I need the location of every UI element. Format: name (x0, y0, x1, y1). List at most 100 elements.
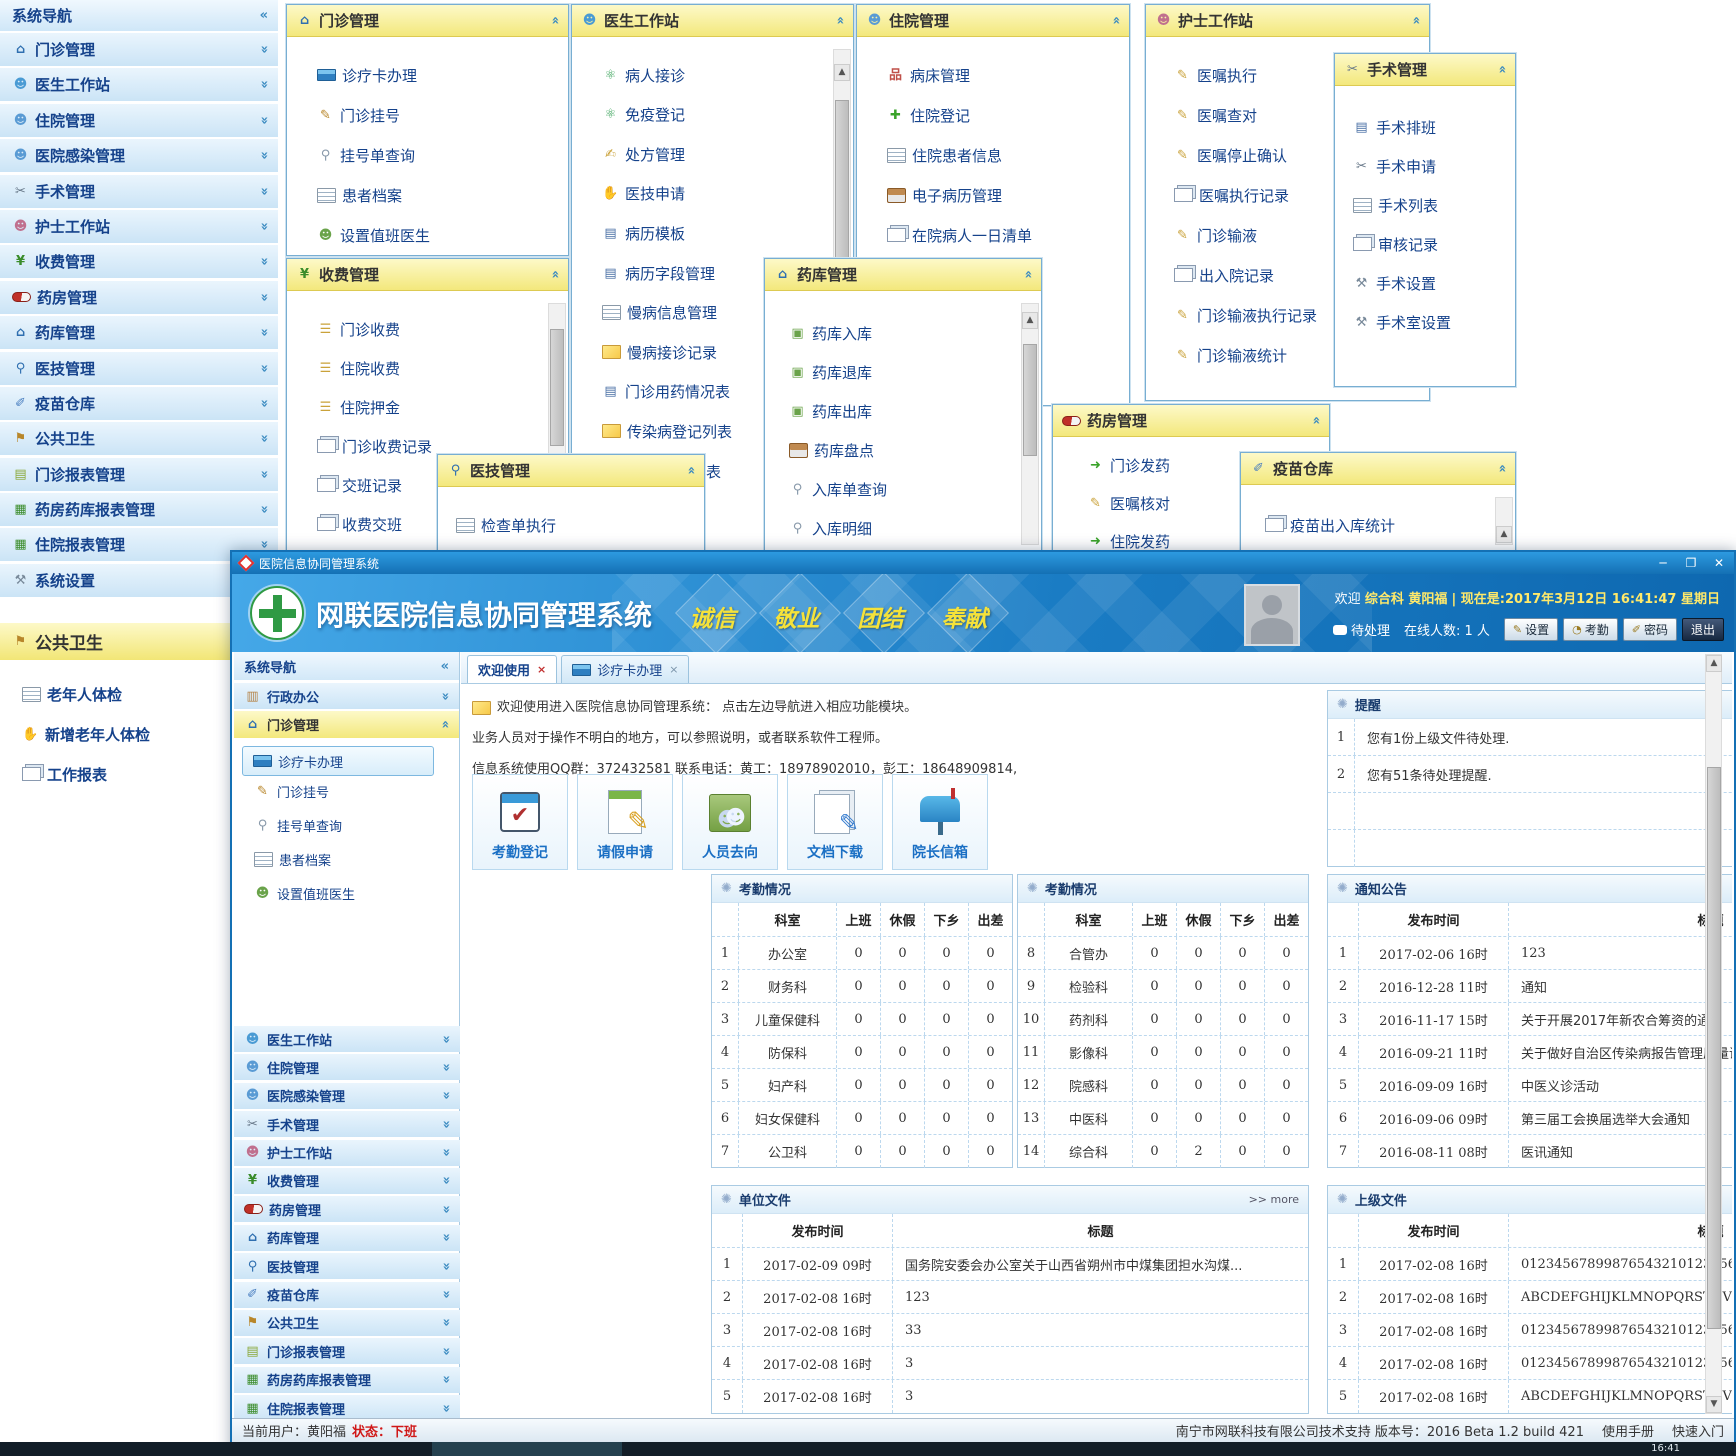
menu-item[interactable]: ➜门诊发药 (1087, 455, 1170, 475)
attendance-register-button[interactable]: 考勤登记 (472, 774, 568, 870)
tab-welcome[interactable]: 欢迎使用× (467, 655, 557, 683)
chevron-down-icon[interactable]: » (260, 361, 268, 376)
menu-item[interactable]: ⚒手术设置 (1353, 273, 1436, 293)
menu-item[interactable]: 出入院记录 (1174, 265, 1274, 285)
menu-item[interactable]: 患者档案 (317, 185, 402, 205)
menu-item[interactable]: ✎医嘱查对 (1174, 105, 1257, 125)
menu-item[interactable]: ▤病历字段管理 (602, 263, 715, 283)
chevron-down-icon[interactable]: » (260, 254, 268, 269)
nav-subitem[interactable]: ✎门诊挂号 (254, 782, 329, 801)
sidebar-item[interactable]: ⚲医技管理» (0, 352, 278, 385)
chevron-down-icon[interactable]: » (442, 1401, 450, 1416)
float-panel-header[interactable]: ☻医生工作站« (572, 5, 853, 37)
menu-item[interactable]: ▣药库出库 (789, 401, 872, 421)
float-panel-header[interactable]: ☻护士工作站« (1146, 5, 1429, 37)
nav-subitem[interactable]: ⚲挂号单查询 (254, 816, 342, 835)
quickstart-link[interactable]: 快速入门 (1672, 1421, 1724, 1440)
scroll-thumb[interactable] (835, 100, 849, 267)
doc-title[interactable]: 中医义诊活动 (1508, 1069, 1732, 1101)
taskbar[interactable]: 16:41 (0, 1442, 1736, 1456)
header-button[interactable]: ✎设置 (1504, 618, 1558, 641)
menu-item[interactable]: 交班记录 (317, 475, 402, 495)
scrollbar[interactable]: ▲ (1495, 497, 1513, 545)
sidebar-item[interactable]: ☻医院感染管理» (0, 139, 278, 172)
chevron-down-icon[interactable]: » (260, 325, 268, 340)
doc-title[interactable]: 3 (892, 1380, 1308, 1413)
leave-request-button[interactable]: 请假申请 (577, 774, 673, 870)
sidebar-item[interactable]: ☻医生工作站» (0, 68, 278, 101)
sidebar-item[interactable]: ¥收费管理» (0, 245, 278, 278)
menu-item[interactable]: ▤手术排班 (1353, 117, 1436, 137)
sidebar-item[interactable]: ✐疫苗仓库» (0, 387, 278, 420)
scroll-thumb[interactable] (1023, 344, 1037, 456)
doc-title[interactable]: 国务院安委会办公室关于山西省朔州市中煤集团担水沟煤... (892, 1248, 1308, 1280)
nav-item[interactable]: ✂手术管理» (234, 1111, 460, 1137)
manual-link[interactable]: 使用手册 (1602, 1421, 1654, 1440)
chevron-down-icon[interactable]: » (260, 219, 268, 234)
menu-item[interactable]: ✋医技申请 (602, 184, 685, 204)
menu-item[interactable]: ☻设置值班医生 (317, 225, 430, 245)
menu-item[interactable]: ⚛病人接诊 (602, 65, 685, 85)
chevron-down-icon[interactable]: » (260, 467, 268, 482)
sidebar-item[interactable]: ▦药房药库报表管理» (0, 493, 278, 526)
chevron-down-icon[interactable]: » (442, 1344, 450, 1359)
scroll-up-icon[interactable]: ▲ (1496, 526, 1512, 543)
menu-item[interactable]: 检查单执行 (456, 515, 556, 535)
menu-item[interactable]: 收费交班 (317, 514, 402, 534)
scroll-down-icon[interactable]: ▼ (1706, 1396, 1722, 1413)
reminder-text[interactable]: 您有51条待处理提醒. (1354, 756, 1732, 792)
nav-item[interactable]: ⚑公共卫生» (234, 1310, 460, 1336)
doc-title[interactable]: 01234567899876543210123456789 (1508, 1347, 1732, 1379)
sidebar-item[interactable]: ⌂药库管理» (0, 316, 278, 349)
chevron-up-icon[interactable]: « (1112, 13, 1120, 28)
doc-title[interactable]: 33 (892, 1314, 1308, 1346)
doc-title[interactable]: 关于做好自治区传染病报告管理质量调查迎检工作的通知 (1508, 1036, 1732, 1068)
chevron-down-icon[interactable]: » (442, 1088, 450, 1103)
doc-title[interactable]: 第三届工会换届选举大会通知 (1508, 1102, 1732, 1134)
chevron-down-icon[interactable]: » (442, 1287, 450, 1302)
menu-item[interactable]: ➜住院发药 (1087, 531, 1170, 551)
more-link[interactable]: >> more (1249, 1193, 1299, 1206)
menu-item[interactable]: 慢病信息管理 (602, 303, 717, 323)
close-button[interactable]: ✕ (1712, 556, 1726, 570)
pending-indicator[interactable]: 待处理 (1333, 620, 1390, 639)
chevron-down-icon[interactable]: » (260, 502, 268, 517)
doc-title[interactable]: ABCDEFGHIJKLMNOPQRSTUVWXYZ123456 (1508, 1281, 1732, 1313)
nav-item[interactable]: ☻住院管理» (234, 1054, 460, 1080)
float-panel-header[interactable]: ¥收费管理« (287, 259, 568, 291)
doc-title[interactable]: 123 (1508, 937, 1732, 969)
chevron-down-icon[interactable]: » (260, 113, 268, 128)
menu-item[interactable]: ▤门诊用药情况表 (602, 382, 730, 402)
collapse-left-icon[interactable]: « (260, 8, 268, 23)
float-panel-header[interactable]: ✐疫苗仓库« (1241, 453, 1515, 485)
scroll-up-icon[interactable]: ▲ (1022, 312, 1038, 329)
menu-item[interactable]: ☰住院押金 (317, 397, 400, 417)
chevron-down-icon[interactable]: » (442, 1315, 450, 1330)
reminder-text[interactable]: 您有1份上级文件待处理. (1354, 719, 1732, 755)
chevron-down-icon[interactable]: » (260, 431, 268, 446)
menu-item[interactable]: 医嘱执行记录 (1174, 185, 1289, 205)
nav-item[interactable]: ☻医院感染管理» (234, 1083, 460, 1109)
menu-item[interactable]: 药库盘点 (789, 440, 874, 460)
menu-item[interactable]: 在院病人一日清单 (887, 225, 1032, 245)
nav-item[interactable]: 药房管理» (234, 1196, 460, 1222)
float-panel-header[interactable]: ⌂门诊管理« (287, 5, 568, 37)
chevron-down-icon[interactable]: » (260, 148, 268, 163)
float-panel-header[interactable]: 药房管理« (1053, 405, 1329, 437)
doc-title[interactable]: ABCDEFGHIJKLMNOPQRSTUVWXYZ123456 (1508, 1380, 1732, 1413)
chevron-down-icon[interactable]: » (442, 1372, 450, 1387)
chevron-down-icon[interactable]: » (442, 1202, 450, 1217)
menu-item[interactable]: ⚲入库明细 (789, 518, 872, 538)
chevron-up-icon[interactable]: « (687, 463, 695, 478)
doc-title[interactable]: 01234567899876543210123456789 (1508, 1314, 1732, 1346)
menu-item[interactable]: ⚒手术室设置 (1353, 312, 1451, 332)
sidebar-item[interactable]: ⚑公共卫生» (0, 422, 278, 455)
menu-item[interactable]: ▣药库入库 (789, 323, 872, 343)
chevron-up-icon[interactable]: « (1024, 267, 1032, 282)
chevron-down-icon[interactable]: » (442, 1259, 450, 1274)
menu-item[interactable]: ✎医嘱停止确认 (1174, 145, 1287, 165)
chevron-down-icon[interactable]: » (442, 1145, 450, 1160)
sidebar-item[interactable]: 药房管理» (0, 281, 278, 314)
nav-subitem-selected[interactable]: 诊疗卡办理 (242, 746, 434, 776)
nav-item[interactable]: ☻医生工作站» (234, 1026, 460, 1052)
